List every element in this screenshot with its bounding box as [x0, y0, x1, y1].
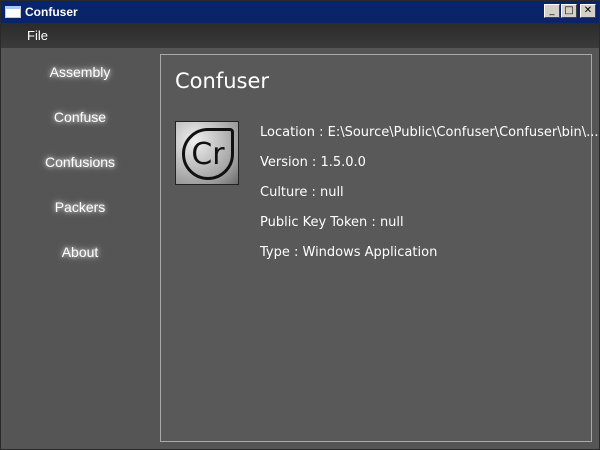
window-controls: _ □ ✕	[543, 4, 596, 18]
sidebar-item-confuse[interactable]: Confuse	[1, 109, 159, 125]
window-title: Confuser	[25, 5, 78, 19]
sidebar-item-assembly[interactable]: Assembly	[1, 64, 159, 80]
logo-mark: Cr	[182, 128, 234, 180]
public-key-token-text: Public Key Token : null	[260, 215, 404, 230]
type-text: Type : Windows Application	[260, 245, 438, 260]
confuser-logo: Cr	[175, 121, 239, 185]
minimize-button[interactable]: _	[544, 4, 560, 18]
assembly-panel: Confuser Cr Location : E:\Source\Public\…	[160, 54, 599, 442]
location-text: Location : E:\Source\Public\Confuser\Con…	[260, 125, 599, 140]
logo-text: Cr	[191, 136, 225, 172]
window-icon	[5, 6, 21, 18]
menu-file[interactable]: File	[27, 28, 48, 43]
app-window: Confuser _ □ ✕ File Assembly Confuse Con…	[0, 0, 600, 450]
version-text: Version : 1.5.0.0	[260, 155, 366, 170]
sidebar-item-packers[interactable]: Packers	[1, 199, 159, 215]
culture-text: Culture : null	[260, 185, 344, 200]
maximize-button[interactable]: □	[561, 4, 577, 18]
sidebar-nav: Assembly Confuse Confusions Packers Abou…	[1, 48, 159, 449]
close-button[interactable]: ✕	[580, 4, 596, 18]
sidebar-item-about[interactable]: About	[1, 244, 159, 260]
menu-bar: File	[1, 23, 599, 48]
title-bar[interactable]: Confuser _ □ ✕	[1, 1, 599, 23]
panel-title: Confuser	[175, 69, 270, 93]
sidebar-item-confusions[interactable]: Confusions	[1, 154, 159, 170]
